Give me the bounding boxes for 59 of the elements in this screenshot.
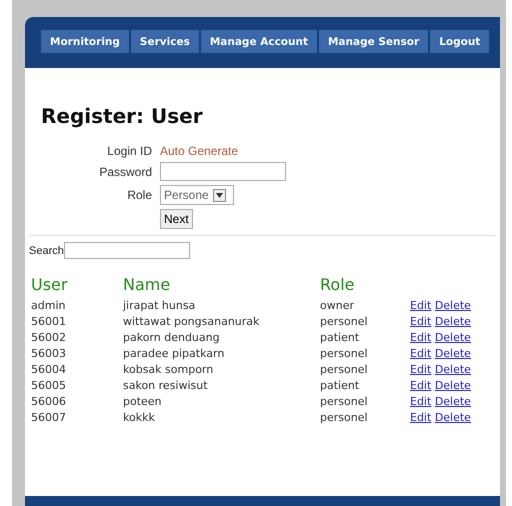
search-field[interactable] (64, 242, 190, 259)
password-field[interactable] (160, 162, 286, 181)
field-label: Login ID (106, 144, 152, 158)
column-header: User (31, 275, 68, 294)
table-cell-text: jirapat hunsa (123, 299, 196, 312)
table-cell-text: kobsak somporn (123, 363, 214, 376)
table-cell-text: patient (320, 379, 360, 392)
table-cell-text: kokkk (123, 411, 156, 424)
table-cell-text: 56002 (31, 331, 67, 344)
role-dropdown[interactable]: Persone (160, 185, 234, 205)
nav-button[interactable]: Manage Account (200, 30, 317, 53)
edit-link[interactable]: Edit (410, 347, 432, 360)
nav-button[interactable]: Services (130, 30, 199, 53)
field-value: Auto Generate (160, 144, 240, 158)
delete-link[interactable]: Delete (434, 347, 471, 360)
table-cell-text: wittawat pongsananurak (123, 315, 260, 328)
table-cell-text: personel (320, 411, 369, 424)
table-cell-text: sakon resiwisut (123, 379, 209, 392)
nav-button[interactable]: Logout (430, 30, 490, 53)
table-cell-text: personel (320, 347, 369, 360)
table-cell-text: admin (31, 299, 66, 312)
delete-link[interactable]: Delete (434, 363, 471, 376)
edit-link[interactable]: Edit (410, 395, 432, 408)
search-label: Search (29, 244, 64, 256)
delete-link[interactable]: Delete (434, 331, 471, 344)
table-cell-text: poteen (123, 395, 163, 408)
delete-link[interactable]: Delete (434, 395, 471, 408)
table-cell-text: pakorn denduang (123, 331, 221, 344)
edit-link[interactable]: Edit (410, 299, 432, 312)
delete-link[interactable]: Delete (434, 379, 471, 392)
table-cell-text: personel (320, 363, 369, 376)
caret-icon (212, 188, 226, 202)
edit-link[interactable]: Edit (410, 315, 432, 328)
column-header: Name (123, 275, 172, 294)
page-heading: Register: User (41, 104, 204, 128)
nav-button[interactable]: Manage Sensor (318, 30, 428, 53)
table-cell-text: 56003 (31, 347, 67, 360)
delete-link[interactable]: Delete (434, 411, 471, 424)
delete-link[interactable]: Delete (434, 299, 471, 312)
next-button[interactable]: Next (160, 209, 193, 229)
table-cell-text: patient (320, 331, 360, 344)
table-cell-text: 56005 (31, 379, 67, 392)
edit-link[interactable]: Edit (410, 411, 432, 424)
edit-link[interactable]: Edit (410, 379, 432, 392)
field-label: Role (126, 188, 152, 202)
delete-link[interactable]: Delete (434, 315, 471, 328)
table-cell-text: personel (320, 395, 369, 408)
column-header: Role (320, 275, 356, 294)
table-cell-text: 56001 (31, 315, 67, 328)
edit-link[interactable]: Edit (410, 363, 432, 376)
edit-link[interactable]: Edit (410, 331, 432, 344)
nav-button[interactable]: Mornitoring (41, 30, 129, 53)
table-cell-text: paradee pipatkarn (123, 347, 226, 360)
table-cell-text: owner (320, 299, 355, 312)
table-cell-text: 56004 (31, 363, 67, 376)
table-cell-text: personel (320, 315, 369, 328)
table-cell-text: 56007 (31, 411, 67, 424)
field-label: Password (98, 164, 152, 178)
table-cell-text: 56006 (31, 395, 67, 408)
